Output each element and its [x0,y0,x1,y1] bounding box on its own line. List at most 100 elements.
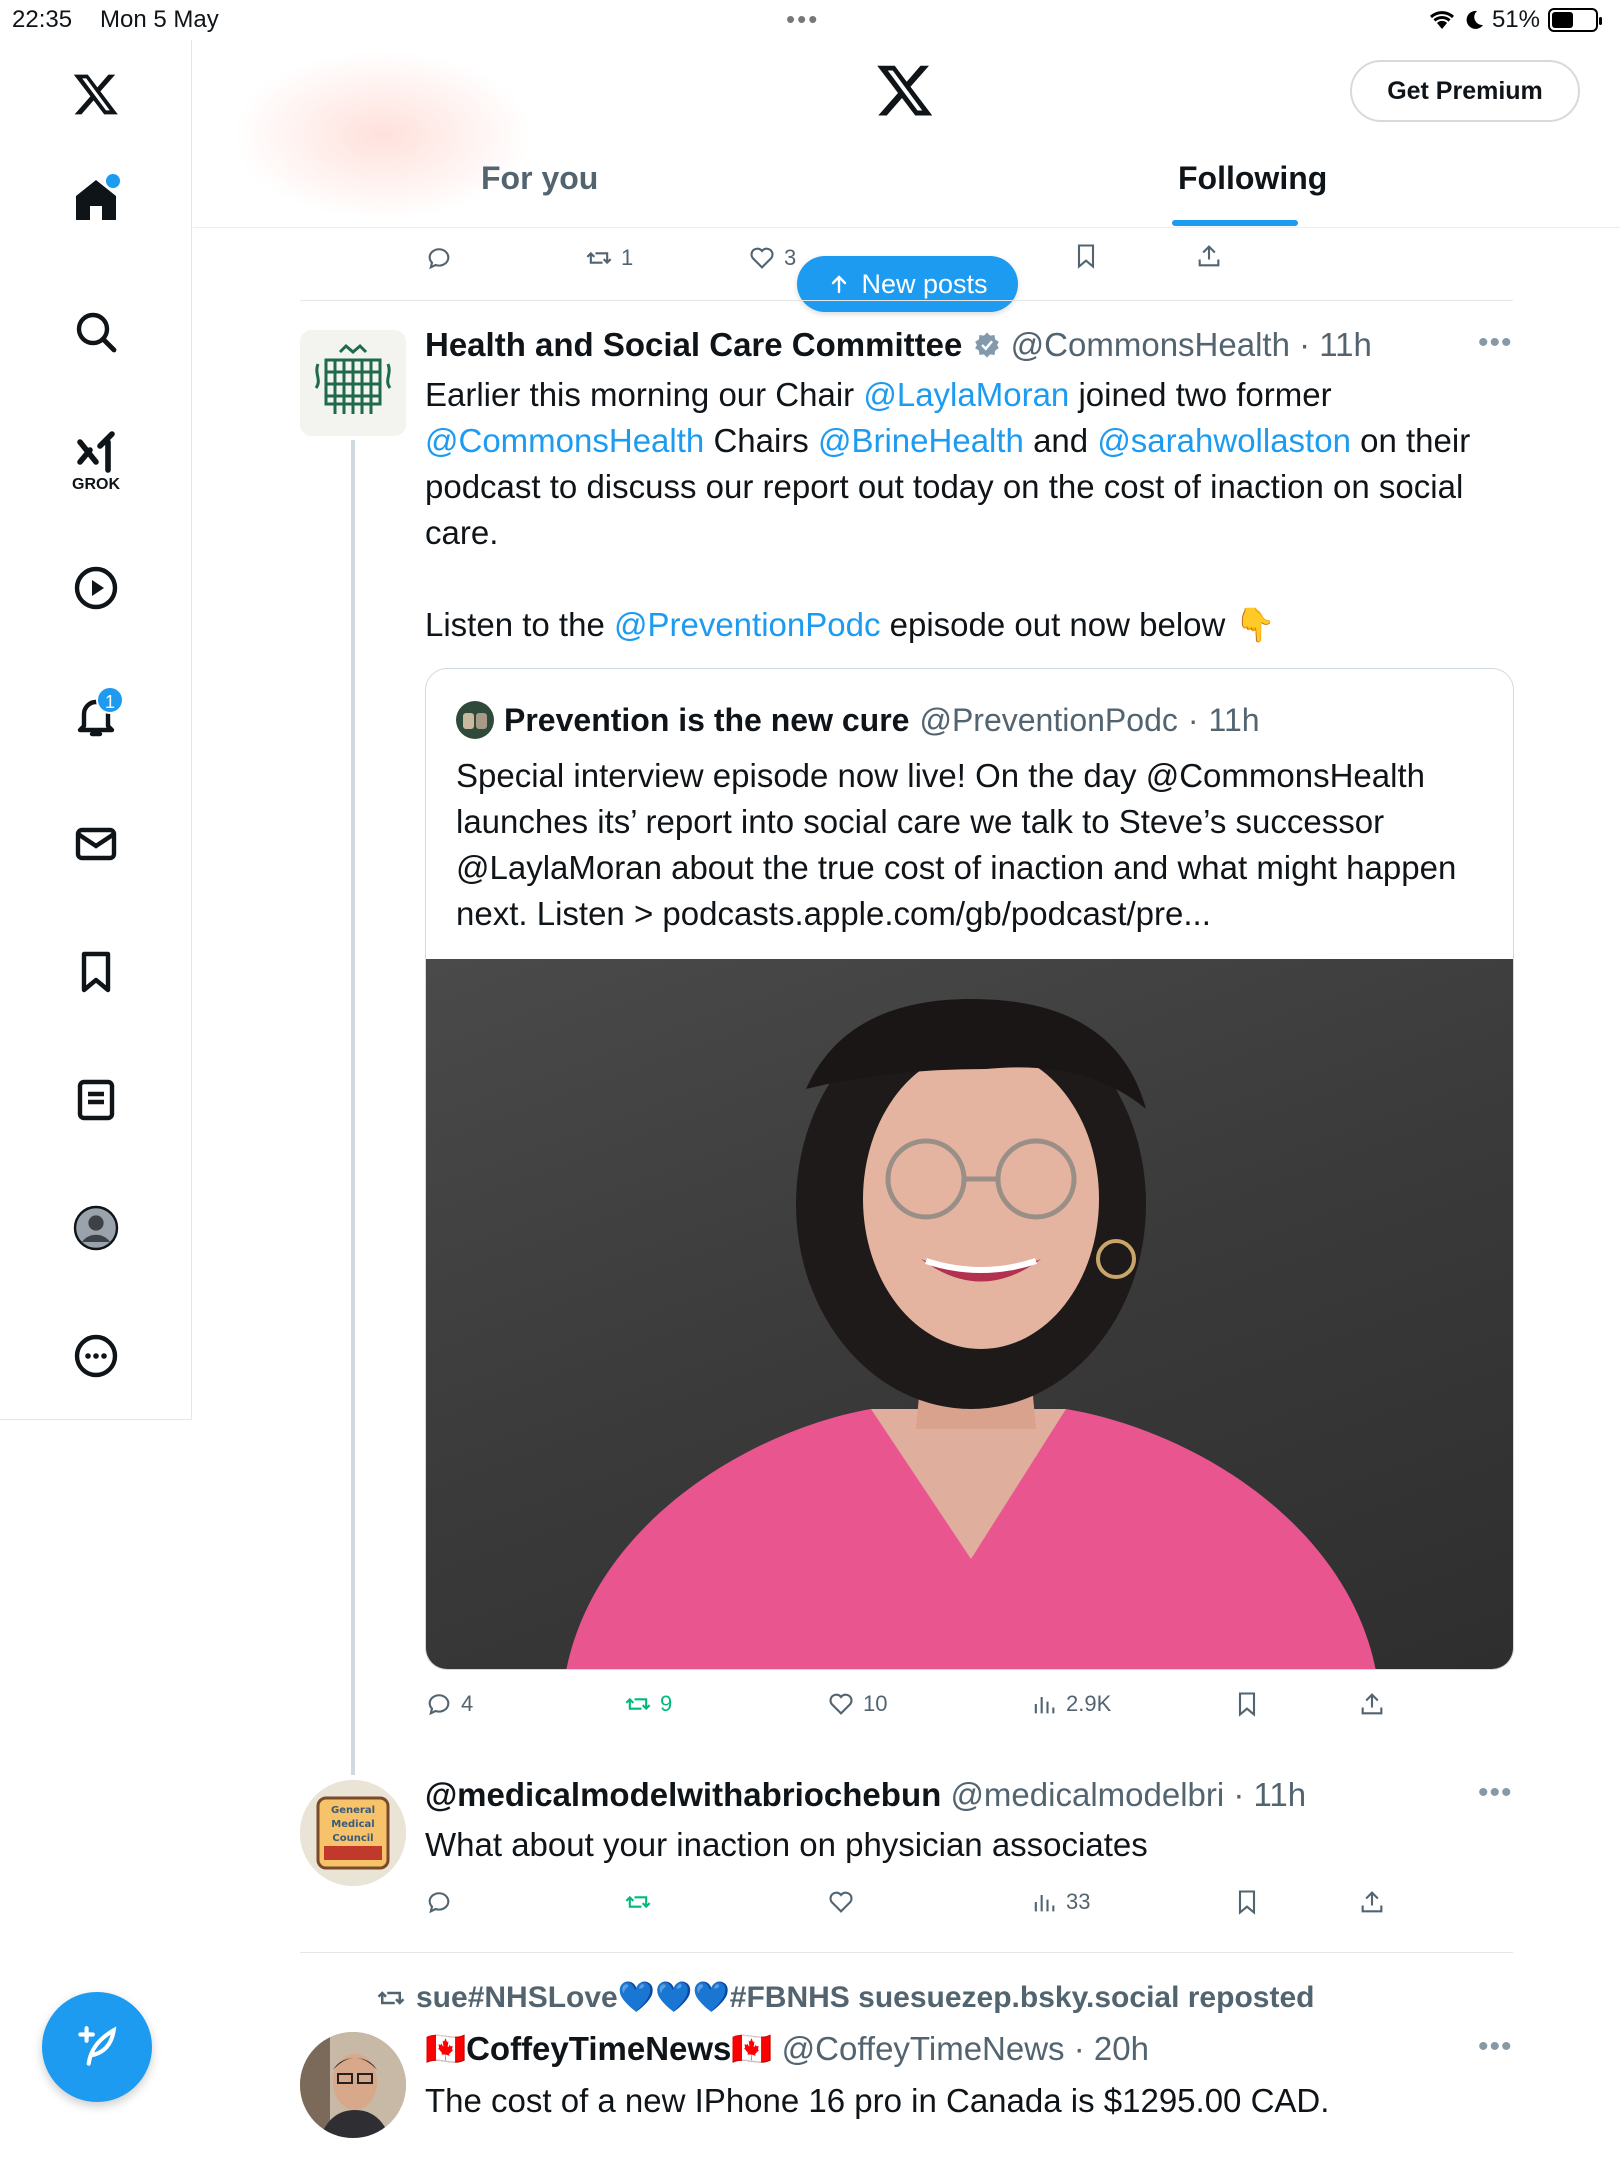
multitask-dots-icon[interactable]: ••• [786,4,819,35]
author-name[interactable]: Health and Social Care Committee [425,326,962,363]
author-name[interactable]: @medicalmodelwithabriochebun [425,1776,941,1813]
like-button[interactable]: 10 [827,1690,887,1718]
like-button[interactable] [827,1888,855,1916]
views-count: 2.9K [1066,1691,1112,1716]
reply-icon [428,1694,450,1716]
retweet-button[interactable] [624,1888,652,1916]
mention-link[interactable]: @BrineHealth [818,422,1024,459]
quote-photo[interactable] [426,959,1513,1669]
share-button[interactable] [1195,242,1223,270]
tweet-text: Earlier this morning our Chair @LaylaMor… [425,372,1525,556]
x-center-logo-icon[interactable] [875,60,935,120]
retweet-icon [586,251,612,265]
text-segment: Earlier this morning our Chair [425,376,855,413]
mention-link[interactable]: @sarahwollaston [1097,422,1351,459]
retweet-button[interactable]: 9 [624,1690,672,1718]
reply-button[interactable]: 4 [425,1690,473,1718]
heart-icon [750,247,774,269]
bookmark-icon[interactable] [66,942,126,1002]
tweet-more-icon[interactable]: ••• [1478,2030,1513,2064]
tweet2-text: What about your inaction on physician as… [425,1826,1148,1863]
tweet2-header: @medicalmodelwithabriochebun @medicalmod… [425,1776,1307,1813]
compose-button[interactable] [42,1992,152,2102]
tab-following[interactable]: Following [1178,160,1327,197]
feed-divider [300,300,1513,301]
quote-author-handle: @PreventionPodc [919,701,1178,738]
text-segment: Chairs [713,422,809,459]
mention-link[interactable]: @CommonsHealth [425,422,704,459]
reply-button[interactable] [425,1888,453,1916]
mail-icon[interactable] [66,814,126,874]
tweet-more-icon[interactable]: ••• [1478,326,1513,360]
views-button[interactable]: 33 [1030,1888,1090,1916]
play-icon[interactable] [66,558,126,618]
views-button[interactable]: 2.9K [1030,1690,1111,1718]
battery-percent: 51% [1491,6,1540,33]
share-button[interactable] [1358,1888,1386,1916]
author-handle[interactable]: @CommonsHealth [1011,326,1290,363]
status-date: Mon 5 May [100,6,219,33]
home-icon[interactable] [66,170,126,230]
views-bar-icon [1034,1895,1055,1912]
text-segment: episode out now below 👇 [889,606,1276,643]
author-name[interactable]: 🇨🇦CoffeyTimeNews🇨🇦 [425,2030,772,2067]
views-bar-icon [1034,1697,1055,1714]
bookmark-outline-icon [1238,1692,1256,1717]
profile-icon[interactable] [66,1198,126,1258]
bookmark-button[interactable] [1233,1690,1261,1718]
mention-link[interactable]: @LaylaMoran [863,376,1069,413]
quote-author-name: Prevention is the new cure [504,701,910,738]
tweet-time[interactable]: 11h [1254,1776,1307,1813]
author-handle[interactable]: @CoffeyTimeNews [782,2030,1065,2067]
retweet-button[interactable]: 1 [585,244,633,272]
share-icon [1361,1693,1383,1715]
author-handle[interactable]: @medicalmodelbri [950,1776,1224,1813]
svg-text:Council: Council [332,1833,373,1844]
bookmark-outline-icon [1077,244,1095,269]
feed-divider [300,1952,1513,1953]
tweet3-header: 🇨🇦CoffeyTimeNews🇨🇦 @CoffeyTimeNews · 20h [425,2030,1149,2067]
like-count: 10 [863,1691,888,1716]
like-button[interactable]: 3 [748,244,796,272]
text-segment: and [1033,422,1089,459]
text-segment: Listen to the [425,606,605,643]
bell-icon[interactable]: 1 [66,686,126,746]
man-portrait-image [300,2032,406,2138]
quote-time: 11h [1208,701,1260,738]
status-right: 51% [1428,6,1602,34]
reposted-by-line: sue#NHSLove💙💙💙#FBNHS suesuezep.bsky.soci… [376,1980,1314,2015]
more-circle-icon[interactable] [66,1326,126,1386]
bookmark-button[interactable] [1072,242,1100,270]
quoted-tweet-card[interactable]: Prevention is the new cure @PreventionPo… [425,668,1514,1670]
tweet-time[interactable]: 11h [1319,326,1372,363]
new-posts-label: New posts [861,268,988,299]
reply-button[interactable] [425,244,453,272]
bookmark-button[interactable] [1233,1888,1261,1916]
battery-icon [1548,8,1602,32]
tweet-more-icon[interactable]: ••• [1478,1776,1513,1810]
mention-link[interactable]: @PreventionPodc [614,606,880,643]
grok-icon[interactable] [66,424,126,484]
share-button[interactable] [1358,1690,1386,1718]
reposted-by-text[interactable]: sue#NHSLove💙💙💙#FBNHS suesuezep.bsky.soci… [416,1980,1314,2015]
x-logo-icon[interactable] [66,64,126,124]
bookmark-outline-icon [1238,1890,1256,1915]
list-icon[interactable] [66,1070,126,1130]
tweet-time[interactable]: 20h [1094,2030,1149,2067]
tab-for-you[interactable]: For you [481,160,598,197]
heart-icon [829,1693,853,1715]
search-icon[interactable] [66,302,126,362]
reply-count: 4 [461,1691,474,1716]
retweet-icon [625,1697,651,1711]
quote-header: Prevention is the new cure @PreventionPo… [456,701,1260,739]
new-posts-button[interactable]: New posts [797,256,1018,312]
text-segment: joined two former [1078,376,1332,413]
coffeytimenews-avatar[interactable] [300,2032,406,2138]
sidebar: GROK 1 [0,40,192,1420]
committee-avatar[interactable] [300,330,406,436]
get-premium-button[interactable]: Get Premium [1350,60,1580,122]
share-icon [1198,245,1220,267]
share-icon [1361,1891,1383,1913]
gmc-avatar[interactable]: General Medical Council [300,1780,406,1886]
active-tab-indicator [1172,220,1298,226]
